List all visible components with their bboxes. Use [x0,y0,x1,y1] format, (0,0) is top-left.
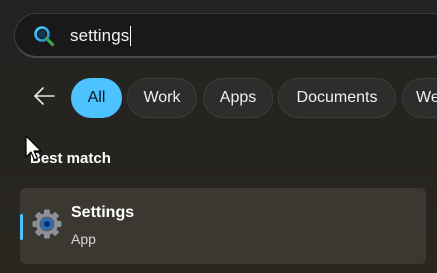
start-search-panel: settings All Work Apps Documents We Best… [0,0,437,273]
result-title: Settings [71,204,135,221]
back-button[interactable] [27,81,61,115]
filter-chip-label: Work [143,89,181,106]
filter-chip-label: All [87,89,106,106]
filter-chip-documents[interactable]: Documents [278,78,396,118]
filter-chip-all[interactable]: All [71,78,122,118]
gear-icon [31,208,63,240]
text-caret [130,26,132,46]
back-arrow-icon [33,86,55,110]
result-subtitle: App [71,231,96,247]
selection-indicator [20,214,23,240]
filter-chip-label: We [416,89,437,106]
search-box[interactable]: settings [14,13,437,58]
search-icon [33,25,55,47]
section-heading-best-match: Best match [30,150,111,167]
filter-chip-apps[interactable]: Apps [203,78,273,118]
search-input-text: settings [70,26,130,45]
filter-chip-work[interactable]: Work [127,78,197,118]
search-input[interactable]: settings [70,24,132,48]
filter-chip-web[interactable]: We [402,78,437,118]
best-match-result[interactable]: Settings App [20,188,426,264]
filter-chip-label: Documents [296,89,378,106]
filter-chip-label: Apps [219,89,257,106]
